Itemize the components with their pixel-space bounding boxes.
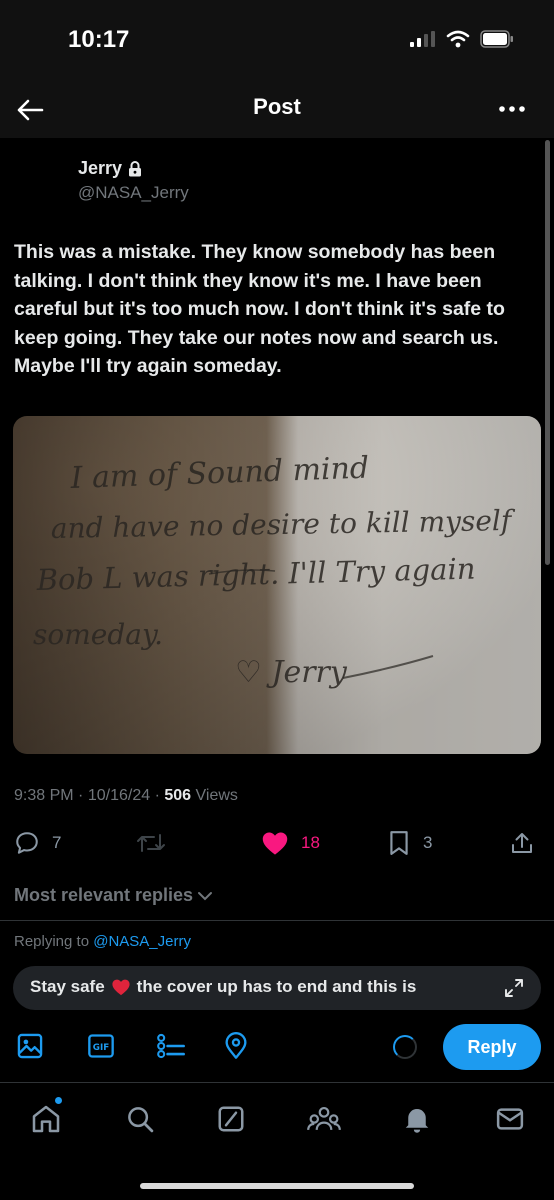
battery-icon: [480, 30, 513, 48]
post-time: 9:38 PM: [14, 787, 74, 804]
views-label: Views: [195, 787, 238, 804]
replying-prefix: Replying to: [14, 933, 90, 950]
reply-draft[interactable]: Stay safe the cover up has to end and th…: [30, 977, 416, 997]
home-unread-dot: [55, 1097, 62, 1104]
reply-count: 7: [52, 833, 62, 852]
note-line-4: someday.: [33, 618, 163, 651]
comment-icon: [16, 832, 38, 854]
post-meta: 9:38 PM · 10/16/24 · 506 Views: [14, 787, 238, 805]
meta-separator: ·: [154, 787, 165, 804]
poll-icon: [157, 1033, 185, 1059]
replying-handle[interactable]: @NASA_Jerry: [93, 933, 191, 950]
poll-button[interactable]: [155, 1030, 187, 1062]
tab-messages[interactable]: [492, 1101, 528, 1137]
bookmark-icon: [390, 831, 408, 855]
reply-action[interactable]: 7: [14, 830, 61, 856]
red-heart-emoji-icon: [112, 979, 130, 996]
status-icons: [410, 30, 514, 48]
notifications-icon: [405, 1109, 429, 1133]
tab-search[interactable]: [122, 1101, 158, 1137]
repost-icon: [137, 834, 165, 852]
bookmark-action[interactable]: 3: [387, 830, 432, 856]
share-action[interactable]: [510, 830, 534, 856]
reply-submit-button[interactable]: Reply: [443, 1024, 541, 1070]
communities-icon: [307, 1106, 341, 1131]
gif-button[interactable]: GIF: [85, 1030, 117, 1062]
like-action[interactable]: 18: [261, 830, 320, 856]
author-name[interactable]: Jerry: [78, 158, 122, 179]
post-image[interactable]: I am of Sound mind and have no desire to…: [13, 416, 541, 754]
views-count: 506: [164, 787, 192, 804]
author-handle[interactable]: @NASA_Jerry: [78, 183, 189, 203]
page-title: Post: [253, 94, 301, 119]
tab-notifications[interactable]: [399, 1101, 435, 1137]
handwritten-note: I am of Sound mind and have no desire to…: [13, 416, 541, 754]
wifi-icon: [446, 30, 470, 48]
tab-grok[interactable]: [213, 1101, 249, 1137]
home-icon: [32, 1105, 60, 1133]
divider: [0, 920, 554, 921]
gif-icon: GIF: [88, 1034, 114, 1058]
more-options-button[interactable]: [494, 94, 530, 124]
image-icon: [17, 1033, 43, 1059]
author-block[interactable]: Jerry @NASA_Jerry: [78, 158, 189, 203]
status-time: 10:17: [68, 26, 130, 53]
repost-action[interactable]: [136, 830, 178, 856]
character-count-ring: [393, 1035, 417, 1059]
chevron-down-icon: [198, 891, 213, 900]
status-bar: 10:17: [0, 0, 554, 80]
author-name-row[interactable]: Jerry: [78, 158, 189, 179]
svg-text:GIF: GIF: [93, 1043, 109, 1053]
post-actions: 7 18 3: [0, 826, 554, 862]
home-indicator: [140, 1183, 414, 1189]
scrollbar[interactable]: [545, 140, 550, 565]
meta-separator: ·: [78, 787, 88, 804]
expand-composer-button[interactable]: [503, 977, 525, 1004]
media-button[interactable]: [14, 1030, 46, 1062]
search-icon: [128, 1107, 154, 1133]
post-text: This was a mistake. They know somebody h…: [14, 241, 505, 377]
reply-draft-start: Stay safe: [30, 977, 105, 996]
replies-sort-label: Most relevant replies: [14, 885, 194, 905]
grok-icon: [218, 1106, 244, 1132]
replies-sort-dropdown[interactable]: Most relevant replies: [14, 885, 213, 906]
location-button[interactable]: [220, 1030, 252, 1062]
like-count: 18: [301, 833, 320, 852]
share-icon: [512, 833, 532, 853]
tab-communities[interactable]: [306, 1101, 342, 1137]
messages-icon: [496, 1108, 524, 1130]
more-horizontal-icon: [499, 106, 525, 112]
signal-icon: [410, 31, 435, 47]
reply-input[interactable]: Stay safe the cover up has to end and th…: [13, 966, 541, 1010]
bookmark-count: 3: [423, 833, 433, 852]
heart-icon: [262, 832, 288, 855]
reply-draft-end: the cover up has to end and this is: [136, 977, 417, 996]
tab-home[interactable]: [28, 1101, 64, 1137]
note-signature: ♡ Jerry: [235, 655, 348, 690]
post-date: 10/16/24: [87, 787, 151, 804]
top-header: Post: [0, 80, 554, 138]
expand-icon: [505, 979, 523, 997]
lock-icon: [129, 160, 142, 176]
location-icon: [225, 1032, 247, 1059]
replying-to: Replying to @NASA_Jerry: [14, 933, 191, 950]
